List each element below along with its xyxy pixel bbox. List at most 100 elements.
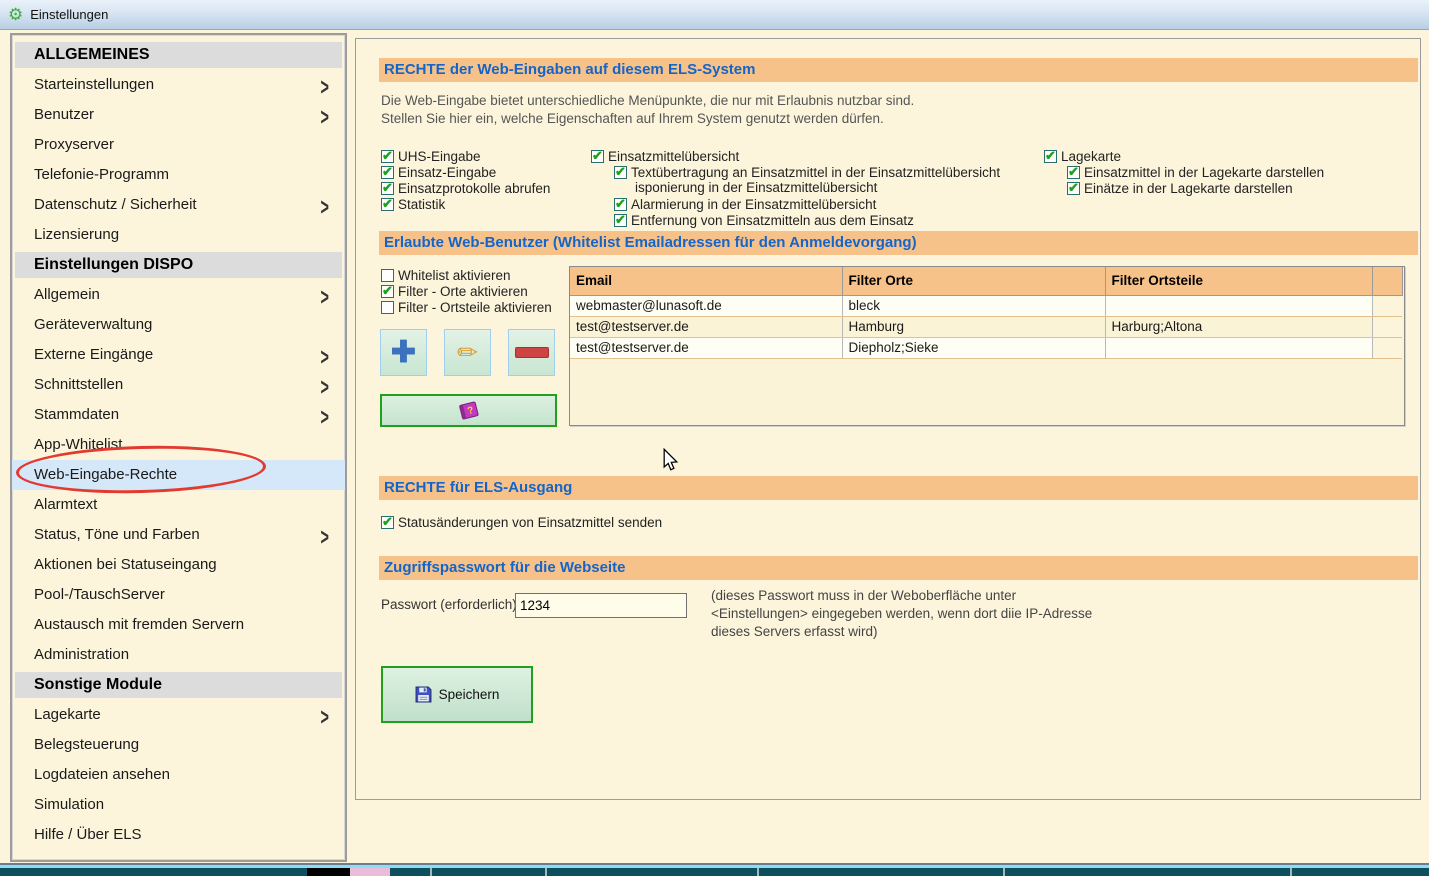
taskbar-sliver xyxy=(0,868,1429,876)
sidebar-item-allgemein[interactable]: Allgemein> xyxy=(12,280,345,310)
sidebar-item-geraeteverwaltung[interactable]: Geräteverwaltung xyxy=(12,310,345,340)
save-button[interactable]: Speichern xyxy=(381,666,533,723)
sidebar-item-stammdaten[interactable]: Stammdaten> xyxy=(12,400,345,430)
section-header-rechte-web-eingaben: RECHTE der Web-Eingaben auf diesem ELS-S… xyxy=(379,58,1418,82)
taskbar-divider xyxy=(1290,868,1292,876)
window-titlebar: ⚙ Einstellungen xyxy=(0,0,1429,30)
sidebar-item-externe-eingaenge[interactable]: Externe Eingänge> xyxy=(12,340,345,370)
password-input[interactable] xyxy=(515,593,687,618)
sidebar-item-pool-tauschserver[interactable]: Pool-/TauschServer xyxy=(12,580,345,610)
checkbox-icon[interactable] xyxy=(614,166,627,179)
section-description: Die Web-Eingabe bietet unterschiedliche … xyxy=(381,92,914,128)
main-panel: RECHTE der Web-Eingaben auf diesem ELS-S… xyxy=(355,38,1421,800)
help-book-icon: ? xyxy=(457,401,481,421)
checkbox-statusaenderungen-senden[interactable]: Statusänderungen von Einsatzmittel sende… xyxy=(381,514,662,530)
whitelist-table-panel: Email Filter Orte Filter Ortsteile webma… xyxy=(569,266,1405,426)
wrapped-label-line: isponierung in der Einsatzmittelübersich… xyxy=(635,180,877,195)
checkbox-einsatzmittel-lagekarte[interactable]: Einsatzmittel in der Lagekarte darstelle… xyxy=(1067,164,1324,180)
checkbox-whitelist-aktivieren[interactable]: Whitelist aktivieren xyxy=(381,267,511,283)
column-header-filter-orte[interactable]: Filter Orte xyxy=(842,267,1105,295)
checkbox-uhs-eingabe[interactable]: UHS-Eingabe xyxy=(381,148,481,164)
checkbox-icon[interactable] xyxy=(1067,166,1080,179)
checkbox-icon[interactable] xyxy=(614,214,627,227)
checkbox-icon[interactable] xyxy=(381,198,394,211)
password-note: (dieses Passwort muss in der Weboberfläc… xyxy=(711,587,1092,641)
edit-button[interactable]: ✏ xyxy=(444,329,491,376)
column-header-filter-ortsteile[interactable]: Filter Ortsteile xyxy=(1105,267,1372,295)
checkbox-einsatzmitteluebersicht[interactable]: Einsatzmittelübersicht xyxy=(591,148,739,164)
remove-button[interactable] xyxy=(508,329,555,376)
pencil-icon: ✏ xyxy=(457,338,478,368)
section-header-rechte-els-ausgang: RECHTE für ELS-Ausgang xyxy=(379,476,1418,500)
taskbar-divider xyxy=(1003,868,1005,876)
checkbox-statistik[interactable]: Statistik xyxy=(381,196,445,212)
taskbar-divider xyxy=(757,868,759,876)
table-row[interactable]: test@testserver.de Hamburg Harburg;Alton… xyxy=(570,316,1402,337)
window-title: Einstellungen xyxy=(30,7,108,22)
taskbar-divider xyxy=(430,868,432,876)
sidebar-item-simulation[interactable]: Simulation xyxy=(12,790,345,820)
table-row[interactable]: test@testserver.de Diepholz;Sieke xyxy=(570,337,1402,358)
sidebar-item-app-whitelist[interactable]: App-Whitelist xyxy=(12,430,345,460)
sidebar-item-administration[interactable]: Administration xyxy=(12,640,345,670)
sidebar-section-allgemeines: ALLGEMEINES xyxy=(15,42,342,68)
taskbar-segment xyxy=(350,868,390,876)
password-label: Passwort (erforderlich): xyxy=(381,597,521,612)
checkbox-einsatzprotokolle[interactable]: Einsatzprotokolle abrufen xyxy=(381,180,550,196)
sidebar-item-aktionen-statuseingang[interactable]: Aktionen bei Statuseingang xyxy=(12,550,345,580)
taskbar-segment xyxy=(307,868,350,876)
column-header-gutter xyxy=(1372,267,1402,295)
sidebar-item-logdateien-ansehen[interactable]: Logdateien ansehen xyxy=(12,760,345,790)
sidebar-item-web-eingabe-rechte[interactable]: Web-Eingabe-Rechte xyxy=(12,460,345,490)
sidebar-item-lagekarte[interactable]: Lagekarte> xyxy=(12,700,345,730)
sidebar-item-starteinstellungen[interactable]: Starteinstellungen> xyxy=(12,70,345,100)
sidebar-item-belegsteuerung[interactable]: Belegsteuerung xyxy=(12,730,345,760)
checkbox-icon[interactable] xyxy=(381,285,394,298)
checkbox-filter-orte[interactable]: Filter - Orte aktivieren xyxy=(381,283,528,299)
checkbox-icon[interactable] xyxy=(1067,182,1080,195)
checkbox-icon[interactable] xyxy=(381,166,394,179)
checkbox-icon[interactable] xyxy=(381,269,394,282)
sidebar-item-hilfe-ueber-els[interactable]: Hilfe / Über ELS xyxy=(12,820,345,850)
checkbox-alarmierung[interactable]: Alarmierung in der Einsatzmittelübersich… xyxy=(614,196,876,212)
settings-sidebar: ALLGEMEINES Starteinstellungen> Benutzer… xyxy=(10,33,347,862)
sidebar-item-austausch-fremde-server[interactable]: Austausch mit fremden Servern xyxy=(12,610,345,640)
checkbox-entfernung[interactable]: Entfernung von Einsatzmitteln aus dem Ei… xyxy=(614,212,914,228)
checkbox-lagekarte[interactable]: Lagekarte xyxy=(1044,148,1121,164)
checkbox-einsatz-eingabe[interactable]: Einsatz-Eingabe xyxy=(381,164,496,180)
sidebar-item-status-toene-farben[interactable]: Status, Töne und Farben> xyxy=(12,520,345,550)
taskbar-divider xyxy=(545,868,547,876)
gear-icon: ⚙ xyxy=(8,6,23,23)
column-header-email[interactable]: Email xyxy=(570,267,842,295)
checkbox-filter-ortsteile[interactable]: Filter - Ortsteile aktivieren xyxy=(381,299,552,315)
checkbox-icon[interactable] xyxy=(591,150,604,163)
floppy-disk-icon xyxy=(415,686,432,703)
plus-icon: ✚ xyxy=(391,335,416,370)
checkbox-icon[interactable] xyxy=(381,182,394,195)
save-button-label: Speichern xyxy=(439,687,500,702)
sidebar-item-telefonie-programm[interactable]: Telefonie-Programm xyxy=(12,160,345,190)
sidebar-item-alarmtext[interactable]: Alarmtext xyxy=(12,490,345,520)
checkbox-icon[interactable] xyxy=(614,198,627,211)
sidebar-item-benutzer[interactable]: Benutzer> xyxy=(12,100,345,130)
section-header-zugriffspasswort: Zugriffspasswort für die Webseite xyxy=(379,556,1418,580)
sidebar-item-schnittstellen[interactable]: Schnittstellen> xyxy=(12,370,345,400)
section-header-erlaubte-web-benutzer: Erlaubte Web-Benutzer (Whitelist Emailad… xyxy=(379,231,1418,255)
checkbox-icon[interactable] xyxy=(381,516,394,529)
table-header-row: Email Filter Orte Filter Ortsteile xyxy=(570,267,1402,295)
sidebar-item-lizensierung[interactable]: Lizensierung xyxy=(12,220,345,250)
checkbox-icon[interactable] xyxy=(381,301,394,314)
checkbox-einaetze-lagekarte[interactable]: Einätze in der Lagekarte darstellen xyxy=(1067,180,1293,196)
add-button[interactable]: ✚ xyxy=(380,329,427,376)
sidebar-item-proxyserver[interactable]: Proxyserver xyxy=(12,130,345,160)
checkbox-textuebertragung[interactable]: Textübertragung an Einsatzmittel in der … xyxy=(614,164,1000,180)
sidebar-section-sonstige-module: Sonstige Module xyxy=(15,672,342,698)
sidebar-section-einstellungen-dispo: Einstellungen DISPO xyxy=(15,252,342,278)
minus-icon xyxy=(515,347,549,358)
whitelist-table: Email Filter Orte Filter Ortsteile webma… xyxy=(570,267,1403,359)
checkbox-icon[interactable] xyxy=(381,150,394,163)
table-row[interactable]: webmaster@lunasoft.de bleck xyxy=(570,295,1402,316)
sidebar-item-datenschutz-sicherheit[interactable]: Datenschutz / Sicherheit> xyxy=(12,190,345,220)
addressbook-button[interactable]: ? xyxy=(380,394,557,427)
checkbox-icon[interactable] xyxy=(1044,150,1057,163)
